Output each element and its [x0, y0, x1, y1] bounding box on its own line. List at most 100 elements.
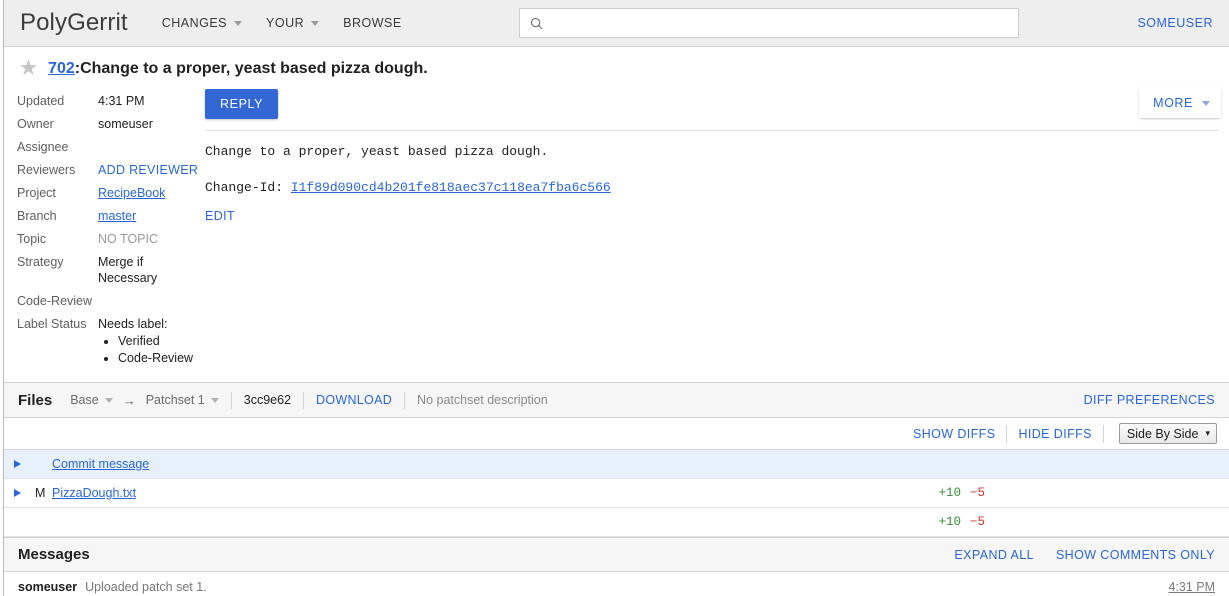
chevron-down-icon	[311, 21, 319, 26]
metadata-key-project: Project	[17, 183, 98, 206]
metadata-value-code-review	[98, 291, 200, 314]
file-stats-total: +10 −5	[938, 515, 1217, 529]
metadata-key-strategy: Strategy	[17, 252, 98, 291]
metadata-key-reviewers: Reviewers	[17, 160, 98, 183]
left-edge-rail	[0, 0, 4, 596]
search-area	[414, 8, 1124, 38]
change-id-link[interactable]: I1f89d090cd4b201fe818aec37c118ea7fba6c56…	[291, 180, 611, 195]
chevron-down-icon	[211, 398, 219, 403]
label-status-item: Code-Review	[118, 350, 200, 367]
change-title-bar: ★ 702 : Change to a proper, yeast based …	[0, 47, 1229, 86]
diff-preferences-button[interactable]: DIFF PREFERENCES	[1084, 393, 1215, 407]
search-input[interactable]	[544, 10, 1018, 36]
divider	[1103, 425, 1104, 443]
chevron-down-icon	[234, 21, 242, 26]
star-icon[interactable]: ★	[20, 59, 37, 78]
project-link[interactable]: RecipeBook	[98, 186, 165, 200]
diff-view-mode-select[interactable]: Side By Side ▾	[1119, 423, 1217, 444]
download-button[interactable]: DOWNLOAD	[316, 393, 392, 407]
metadata-key-label-status: Label Status	[17, 314, 98, 372]
expand-triangle-icon[interactable]	[14, 460, 21, 468]
table-row[interactable]: M PizzaDough.txt +10 −5	[0, 479, 1229, 508]
target-patchset-select[interactable]: Patchset 1	[146, 393, 219, 407]
nav-item-changes[interactable]: CHANGES	[150, 0, 254, 47]
divider	[303, 392, 304, 409]
main-nav: CHANGES YOUR BROWSE	[150, 0, 414, 47]
divider	[231, 392, 232, 409]
patchset-description: No patchset description	[417, 393, 548, 407]
chevron-down-icon: ▾	[1205, 428, 1210, 439]
change-number-link[interactable]: 702	[48, 60, 75, 78]
label-status-list: Verified Code-Review	[98, 333, 200, 367]
app-header: PolyGerrit CHANGES YOUR BROWSE	[0, 0, 1229, 47]
user-menu-button[interactable]: SOMEUSER	[1123, 16, 1213, 30]
nav-item-changes-label: CHANGES	[162, 16, 227, 30]
commit-message-panel: REPLY MORE Change to a proper, yeast bas…	[200, 86, 1229, 372]
file-stats: +10 −5	[938, 486, 1217, 500]
metadata-row-topic: Topic NO TOPIC	[17, 229, 200, 252]
branch-link[interactable]: master	[98, 209, 136, 223]
files-title: Files	[18, 392, 52, 409]
file-link-pizzadough[interactable]: PizzaDough.txt	[52, 486, 136, 500]
page-root: PolyGerrit CHANGES YOUR BROWSE	[0, 0, 1229, 596]
commit-message-body: Change to a proper, yeast based pizza do…	[205, 131, 1219, 197]
topic-value[interactable]: NO TOPIC	[98, 232, 158, 246]
change-subject: Change to a proper, yeast based pizza do…	[80, 60, 428, 78]
change-metadata: Updated 4:31 PM Owner someuser Assignee …	[0, 86, 200, 372]
metadata-row-reviewers: Reviewers ADD REVIEWER	[17, 160, 200, 183]
chevron-down-icon	[105, 398, 113, 403]
metadata-value-strategy: Merge if Necessary	[98, 252, 200, 291]
metadata-value-assignee	[98, 137, 200, 160]
message-text: Uploaded patch set 1.	[85, 580, 207, 594]
patchset-sha: 3cc9e62	[244, 393, 291, 407]
metadata-key-code-review: Code-Review	[17, 291, 98, 314]
expand-triangle-icon[interactable]	[14, 489, 21, 497]
metadata-value-updated: 4:31 PM	[98, 91, 200, 114]
messages-title: Messages	[18, 546, 90, 563]
metadata-row-updated: Updated 4:31 PM	[17, 91, 200, 114]
metadata-key-branch: Branch	[17, 206, 98, 229]
metadata-row-owner: Owner someuser	[17, 114, 200, 137]
metadata-row-project: Project RecipeBook	[17, 183, 200, 206]
metadata-row-label-status: Label Status Needs label: Verified Code-…	[17, 314, 200, 372]
divider	[1006, 425, 1007, 443]
show-diffs-button[interactable]: SHOW DIFFS	[913, 427, 995, 441]
message-timestamp[interactable]: 4:31 PM	[1168, 580, 1215, 594]
divider	[404, 392, 405, 409]
nav-item-browse[interactable]: BROWSE	[331, 0, 414, 47]
search-box[interactable]	[519, 8, 1019, 38]
change-id-label: Change-Id:	[205, 180, 291, 195]
metadata-row-code-review: Code-Review	[17, 291, 200, 314]
edit-commit-message-button[interactable]: EDIT	[205, 209, 235, 223]
metadata-key-topic: Topic	[17, 229, 98, 252]
base-patchset-select[interactable]: Base	[70, 393, 113, 407]
messages-header: Messages EXPAND ALL SHOW COMMENTS ONLY	[0, 537, 1229, 572]
show-comments-only-button[interactable]: SHOW COMMENTS ONLY	[1056, 548, 1215, 562]
total-lines-deleted: −5	[970, 515, 985, 529]
lines-deleted: −5	[970, 486, 985, 500]
more-button[interactable]: MORE	[1139, 88, 1221, 118]
app-logo: PolyGerrit	[20, 9, 128, 37]
add-reviewer-button[interactable]: ADD REVIEWER	[98, 163, 198, 177]
messages-actions: EXPAND ALL SHOW COMMENTS ONLY	[954, 548, 1215, 562]
metadata-row-branch: Branch master	[17, 206, 200, 229]
diff-view-mode-label: Side By Side	[1127, 427, 1199, 441]
metadata-key-assignee: Assignee	[17, 137, 98, 160]
chevron-down-icon	[1202, 101, 1210, 106]
nav-item-your[interactable]: YOUR	[254, 0, 331, 47]
metadata-value-owner: someuser	[98, 114, 200, 137]
nav-item-your-label: YOUR	[266, 16, 304, 30]
message-author: someuser	[18, 580, 77, 594]
metadata-row-assignee: Assignee	[17, 137, 200, 160]
table-row[interactable]: Commit message	[0, 450, 1229, 479]
reply-button[interactable]: REPLY	[205, 89, 278, 119]
more-button-label: MORE	[1153, 96, 1193, 110]
files-header: Files Base → Patchset 1 3cc9e62 DOWNLOAD…	[0, 382, 1229, 418]
base-patchset-label: Base	[70, 393, 99, 407]
change-body: Updated 4:31 PM Owner someuser Assignee …	[0, 86, 1229, 382]
hide-diffs-button[interactable]: HIDE DIFFS	[1018, 427, 1091, 441]
commit-message-text: Change to a proper, yeast based pizza do…	[205, 144, 548, 159]
file-link-commit-message[interactable]: Commit message	[52, 457, 149, 471]
list-item[interactable]: someuser Uploaded patch set 1. 4:31 PM	[0, 572, 1229, 596]
expand-all-button[interactable]: EXPAND ALL	[954, 548, 1034, 562]
